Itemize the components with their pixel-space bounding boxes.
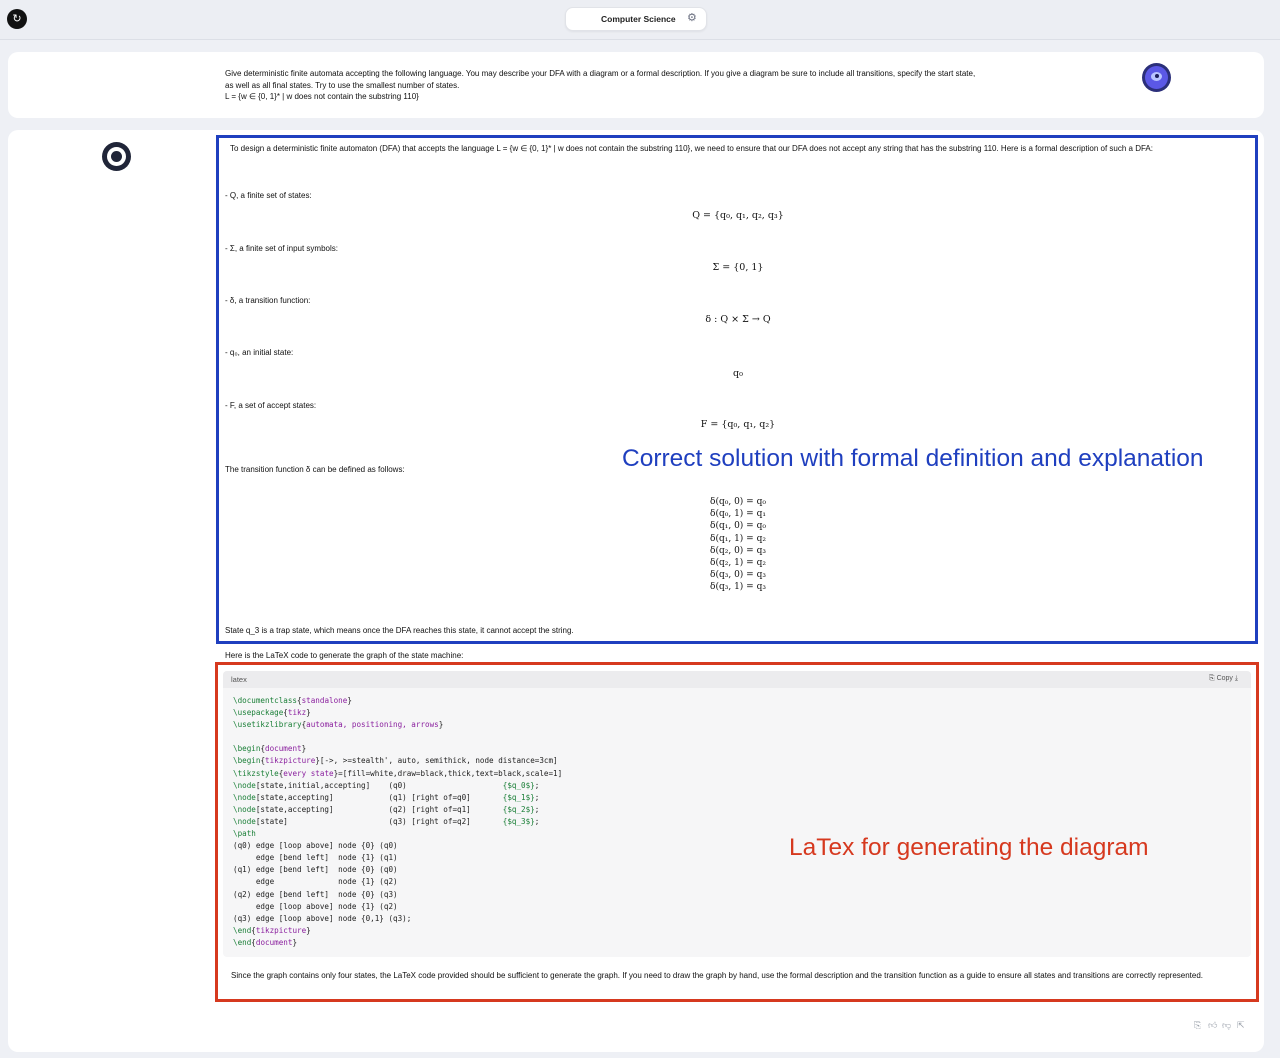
clipboard-icon: ⎘ <box>1209 675 1215 682</box>
code-line: edge node {1} (q2) <box>233 877 398 887</box>
code-line: (q0) edge [loop above] node {0} (q0) <box>233 841 398 851</box>
question-line: as well as all final states. Try to use … <box>225 80 460 90</box>
code-line: (q3) edge [loop above] node {0,1} (q3); <box>233 913 412 923</box>
trap-state-note: State q_3 is a trap state, which means o… <box>225 626 574 635</box>
code-line: \documentclass{standalone} <box>233 696 352 705</box>
code-block: latex ⎘ Copy ⤓ \documentclass{standalone… <box>223 671 1251 957</box>
top-bar: ↻ Computer Science ⚙ <box>0 0 1280 40</box>
question-card: Give deterministic finite automata accep… <box>8 52 1264 118</box>
code-line: \path <box>233 829 256 839</box>
latex-annotation: LaTex for generating the diagram <box>789 834 1149 861</box>
answer-outro: Since the graph contains only four state… <box>231 970 1246 982</box>
code-line: (q2) edge [bend left] node {0} (q3) <box>233 889 398 899</box>
solution-highlight-box <box>216 135 1258 644</box>
share-icon[interactable]: ⇱ <box>1237 1020 1245 1031</box>
code-line: edge [bend left] node {1} (q1) <box>233 853 398 863</box>
code-line: \tikzstyle{every state}=[fill=white,draw… <box>233 768 563 778</box>
code-line: (q1) edge [bend left] node {0} (q0) <box>233 865 398 875</box>
copy-button[interactable]: ⎘ Copy ⤓ <box>1209 675 1238 683</box>
code-line: \end{tikzpicture} <box>233 925 311 935</box>
code-line: \begin{tikzpicture}[->, >=stealth', auto… <box>233 756 558 766</box>
latex-intro: Here is the LaTeX code to generate the g… <box>225 651 464 660</box>
bot-avatar <box>102 142 131 171</box>
code-line: \node[state] (q3) [right of=q2] {$q_3$}; <box>233 816 540 826</box>
question-line: Give deterministic finite automata accep… <box>225 69 976 78</box>
user-avatar <box>1142 63 1171 92</box>
title-pill[interactable]: Computer Science ⚙ <box>565 7 707 31</box>
code-line: \begin{document} <box>233 744 307 754</box>
clipboard-icon[interactable]: ⎘ <box>1194 1020 1201 1031</box>
page-title: Computer Science <box>601 14 676 24</box>
code-line: \usepackage{tikz} <box>233 708 311 718</box>
code-line: \end{document} <box>233 937 298 947</box>
code-line: \node[state,accepting] (q1) [right of=q0… <box>233 792 540 802</box>
code-header: latex ⎘ Copy ⤓ <box>223 671 1251 688</box>
gear-icon[interactable]: ⚙ <box>687 11 697 24</box>
message-actions: ⎘ 👍︎ 👎︎ ⇱ <box>1194 1020 1254 1034</box>
code-line: \usetikzlibrary{automata, positioning, a… <box>233 720 444 730</box>
refresh-icon[interactable]: ↻ <box>7 9 27 29</box>
question-line: L = {w ∈ {0, 1}* | w does not contain th… <box>225 92 419 101</box>
outro-line: Since the graph contains only four state… <box>231 971 1156 980</box>
solution-annotation: Correct solution with formal definition … <box>622 445 1204 472</box>
thumbs-down-icon[interactable]: 👎︎ <box>1222 1020 1231 1031</box>
code-line: edge [loop above] node {1} (q2) <box>233 901 398 911</box>
answer-card: To design a deterministic finite automat… <box>8 130 1264 1052</box>
outro-line: represented. <box>1158 971 1204 980</box>
code-line: \node[state,initial,accepting] (q0) {$q_… <box>233 780 540 790</box>
download-icon[interactable]: ⤓ <box>1235 675 1238 682</box>
code-language: latex <box>231 675 247 684</box>
code-line: \node[state,accepting] (q2) [right of=q1… <box>233 804 540 814</box>
code-content: \documentclass{standalone} \usepackage{ti… <box>233 695 562 949</box>
question-text: Give deterministic finite automata accep… <box>225 68 1055 103</box>
copy-label: Copy <box>1216 675 1233 682</box>
thumbs-up-icon[interactable]: 👍︎ <box>1208 1020 1217 1031</box>
